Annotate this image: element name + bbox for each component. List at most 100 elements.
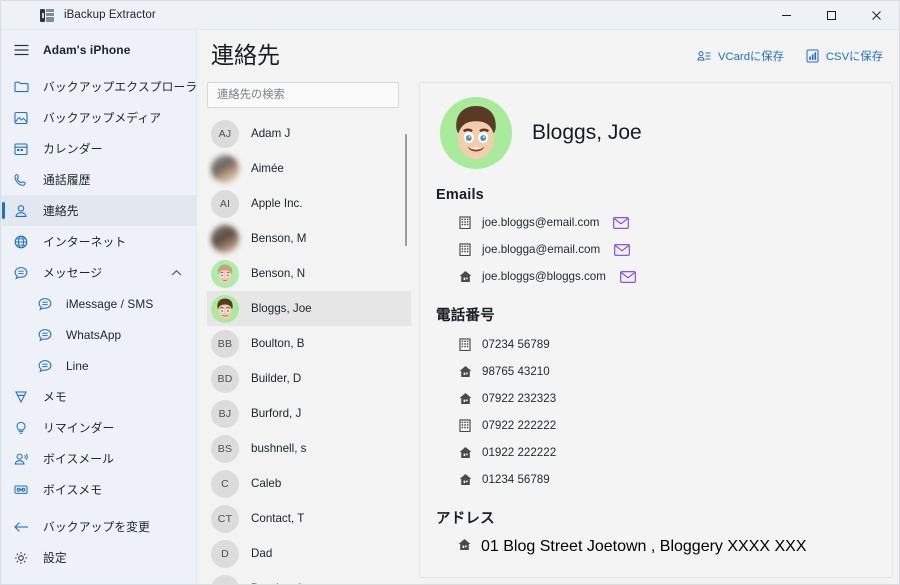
contact-name: Contact, T (251, 512, 305, 525)
globe-icon (11, 233, 31, 251)
phone-value: 01234 56789 (482, 473, 550, 486)
list-scrollbar[interactable] (405, 134, 407, 246)
phone-entry[interactable]: 07922 232323 (420, 385, 892, 412)
contact-name: Benson, N (251, 267, 306, 280)
sidebar-item-reminders[interactable]: リマインダー (1, 412, 196, 443)
home-house-icon (458, 392, 472, 406)
email-entry[interactable]: joe.bloggs@email.com (420, 209, 892, 236)
sidebar-item-voice-memos[interactable]: ボイスメモ (1, 474, 196, 505)
envelope-icon[interactable] (613, 216, 630, 229)
contact-name: Adam J (251, 127, 291, 140)
sidebar-item-label: 連絡先 (43, 204, 79, 218)
content-header: 連絡先 VCardに保存 CSVに保存 (197, 30, 899, 74)
phone-entry[interactable]: 98765 43210 (420, 358, 892, 385)
save-vcard-button[interactable]: VCardに保存 (697, 48, 784, 64)
list-item[interactable]: AI Apple Inc. (207, 186, 411, 221)
phone-entry[interactable]: 07922 222222 (420, 412, 892, 439)
voicememo-icon (11, 481, 31, 499)
list-item[interactable]: DA Darpley, A (207, 571, 411, 584)
list-item[interactable]: BB Boulton, B (207, 326, 411, 361)
memoji-face (456, 106, 496, 160)
reminder-icon (11, 419, 31, 437)
save-csv-button[interactable]: CSVに保存 (806, 48, 883, 64)
search-input[interactable] (207, 82, 399, 108)
list-item[interactable]: Aimée (207, 151, 411, 186)
contact-name: Apple Inc. (251, 197, 303, 210)
avatar: BD (211, 364, 239, 393)
maximize-button[interactable] (809, 1, 854, 30)
list-item[interactable]: AJ Adam J (207, 116, 411, 151)
sidebar-item-notes[interactable]: メモ (1, 381, 196, 412)
minimize-button[interactable] (764, 1, 809, 30)
sidebar-item-label: バックアップエクスプローラー (43, 80, 197, 94)
avatar: D (211, 539, 239, 568)
contact-list[interactable]: AJ Adam J Aimée AI Apple Inc. Benson, M … (207, 116, 411, 584)
avatar: BS (211, 434, 239, 463)
sidebar-item-settings[interactable]: 設定 (1, 542, 196, 573)
list-item[interactable]: Bloggs, Joe (207, 291, 411, 326)
list-item[interactable]: Benson, M (207, 221, 411, 256)
message-icon (35, 357, 55, 375)
sidebar-item-whatsapp[interactable]: WhatsApp (1, 319, 196, 350)
csv-icon (806, 49, 819, 63)
sidebar-item-internet[interactable]: インターネット (1, 226, 196, 257)
list-item[interactable]: BD Builder, D (207, 361, 411, 396)
home-house-icon (458, 538, 471, 556)
sidebar-item-change-backup[interactable]: バックアップを変更 (1, 511, 196, 542)
list-item[interactable]: BJ Burford, J (207, 396, 411, 431)
sidebar-item-backup-explorer[interactable]: バックアップエクスプローラー (1, 71, 196, 102)
app-title: iBackup Extractor (64, 9, 156, 21)
address-entry[interactable]: 01 Blog Street Joetown , Bloggery XXXX X… (420, 534, 892, 560)
title-bar: iBackup Extractor (1, 1, 899, 30)
list-item[interactable]: Benson, N (207, 256, 411, 291)
close-button[interactable] (854, 1, 899, 30)
list-item[interactable]: BS bushnell, s (207, 431, 411, 466)
home-house-icon (458, 270, 472, 284)
section-title: 電話番号 (436, 308, 495, 324)
section-address: アドレス 01 Blog Street Joetown , Bloggery X… (420, 507, 892, 560)
contact-name: Dad (251, 547, 273, 560)
phone-entry[interactable]: 01234 56789 (420, 466, 892, 493)
email-entry[interactable]: joe.blogga@email.com (420, 236, 892, 263)
chevron-up-icon[interactable] (171, 269, 182, 277)
content-area: 連絡先 VCardに保存 CSVに保存 連絡先の検索 AJ Adam J Aim… (197, 30, 899, 584)
sidebar-item-label: バックアップを変更 (43, 520, 151, 534)
back-arrow-icon (11, 518, 31, 536)
envelope-icon[interactable] (620, 270, 636, 283)
list-item[interactable]: C Caleb (207, 466, 411, 501)
sidebar-item-imessage-sms[interactable]: iMessage / SMS (1, 288, 196, 319)
avatar: AJ (211, 119, 239, 148)
list-item[interactable]: D Dad (207, 536, 411, 571)
sidebar-item-label: バックアップメディア (43, 111, 162, 125)
envelope-icon[interactable] (614, 243, 630, 256)
detail-contact-name: Bloggs, Joe (532, 121, 642, 144)
section-title: Emails (436, 187, 484, 203)
address-value: 01 Blog Street Joetown , Bloggery XXXX X… (481, 538, 807, 555)
phone-entry[interactable]: 01922 222222 (420, 439, 892, 466)
phone-entry[interactable]: 07234 56789 (420, 331, 892, 358)
sidebar-item-label: 設定 (43, 551, 67, 565)
sidebar-device-header[interactable]: Adam's iPhone (1, 34, 196, 65)
sidebar-item-messages[interactable]: メッセージ (1, 257, 196, 288)
sidebar-item-label: メッセージ (43, 266, 103, 280)
section-phone-numbers: 電話番号 07234 56789 98765 43210 07922 23232… (420, 304, 892, 493)
list-item[interactable]: CT Contact, T (207, 501, 411, 536)
message-icon (35, 326, 55, 344)
avatar (211, 259, 239, 288)
sidebar-item-voicemail[interactable]: ボイスメール (1, 443, 196, 474)
sidebar: Adam's iPhone バックアップエクスプローラー バックアップメディア (1, 30, 197, 584)
phone-icon (11, 171, 31, 189)
home-house-icon (458, 473, 472, 487)
folder-icon (11, 78, 31, 96)
sidebar-item-calendar[interactable]: カレンダー (1, 133, 196, 164)
sidebar-item-contacts[interactable]: 連絡先 (1, 195, 196, 226)
sidebar-item-call-history[interactable]: 通話履歴 (1, 164, 196, 195)
email-entry[interactable]: joe.bloggs@bloggs.com (420, 263, 892, 290)
sidebar-item-line[interactable]: Line (1, 350, 196, 381)
avatar (211, 294, 239, 323)
work-building-icon (458, 338, 472, 352)
avatar: BB (211, 329, 239, 358)
detail-header: Bloggs, Joe (420, 97, 892, 169)
sidebar-item-backup-media[interactable]: バックアップメディア (1, 102, 196, 133)
app-identity: iBackup Extractor (39, 7, 156, 23)
